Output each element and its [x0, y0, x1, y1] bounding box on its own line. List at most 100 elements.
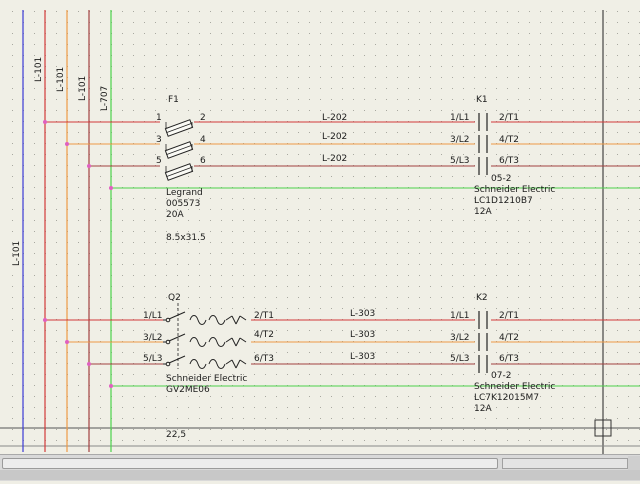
- grid-dot: [463, 297, 464, 298]
- grid-dot: [584, 264, 585, 265]
- grid-dot: [144, 176, 145, 177]
- grid-dot: [595, 132, 596, 133]
- grid-dot: [34, 396, 35, 397]
- grid-dot: [419, 176, 420, 177]
- grid-dot: [507, 55, 508, 56]
- grid-dot: [254, 429, 255, 430]
- grid-dot: [463, 44, 464, 45]
- grid-dot: [419, 22, 420, 23]
- grid-dot: [254, 231, 255, 232]
- grid-dot: [474, 418, 475, 419]
- grid-dot: [617, 231, 618, 232]
- grid-dot: [210, 253, 211, 254]
- bus-ref-label: L-101: [12, 241, 22, 266]
- grid-dot: [485, 176, 486, 177]
- grid-dot: [518, 66, 519, 67]
- scrollbar-thumb-secondary[interactable]: [502, 458, 628, 469]
- grid-dot: [144, 77, 145, 78]
- grid-dot: [606, 198, 607, 199]
- grid-dot: [78, 440, 79, 441]
- grid-dot: [595, 418, 596, 419]
- grid-dot: [166, 275, 167, 276]
- grid-dot: [320, 275, 321, 276]
- grid-dot: [606, 220, 607, 221]
- grid-dot: [342, 440, 343, 441]
- grid-dot: [12, 198, 13, 199]
- grid-dot: [331, 209, 332, 210]
- grid-dot: [540, 209, 541, 210]
- grid-dot: [287, 176, 288, 177]
- grid-dot: [518, 264, 519, 265]
- grid-dot: [309, 275, 310, 276]
- grid-dot: [309, 33, 310, 34]
- schematic-canvas[interactable]: L-101 L-101 L-101 L-707 L-101 F1 1 2 3 4…: [0, 0, 640, 481]
- grid-dot: [100, 66, 101, 67]
- grid-dot: [540, 220, 541, 221]
- grid-dot: [617, 11, 618, 12]
- grid-dot: [419, 77, 420, 78]
- grid-dot: [210, 33, 211, 34]
- fuse-pin: 1: [156, 113, 162, 123]
- grid-dot: [397, 154, 398, 155]
- grid-dot: [606, 253, 607, 254]
- grid-dot: [78, 231, 79, 232]
- grid-dot: [232, 176, 233, 177]
- grid-dot: [100, 231, 101, 232]
- grid-dot: [485, 418, 486, 419]
- grid-dot: [100, 264, 101, 265]
- grid-dot: [463, 264, 464, 265]
- grid-dot: [243, 220, 244, 221]
- grid-dot: [408, 132, 409, 133]
- grid-dot: [122, 209, 123, 210]
- grid-dot: [309, 418, 310, 419]
- grid-dot: [34, 440, 35, 441]
- grid-dot: [441, 275, 442, 276]
- grid-dot: [419, 396, 420, 397]
- grid-dot: [78, 308, 79, 309]
- grid-dot: [408, 55, 409, 56]
- grid-dot: [430, 440, 431, 441]
- grid-dot: [276, 198, 277, 199]
- scrollbar-thumb[interactable]: [2, 458, 498, 469]
- grid-dot: [133, 429, 134, 430]
- grid-dot: [232, 110, 233, 111]
- grid-dot: [562, 440, 563, 441]
- grid-dot: [628, 264, 629, 265]
- grid-dot: [540, 44, 541, 45]
- grid-dot: [342, 77, 343, 78]
- contactor-out-pin: 6/T3: [499, 156, 519, 166]
- grid-dot: [551, 110, 552, 111]
- grid-dot: [221, 264, 222, 265]
- grid-dot: [265, 231, 266, 232]
- grid-dot: [243, 66, 244, 67]
- grid-dot: [573, 275, 574, 276]
- grid-dot: [265, 66, 266, 67]
- grid-dot: [430, 198, 431, 199]
- grid-dot: [342, 44, 343, 45]
- grid-dot: [551, 99, 552, 100]
- grid-dot: [463, 253, 464, 254]
- grid-dot: [518, 253, 519, 254]
- grid-dot: [276, 429, 277, 430]
- grid-dot: [595, 176, 596, 177]
- grid-dot: [441, 264, 442, 265]
- grid-dot: [12, 220, 13, 221]
- grid-dot: [78, 198, 79, 199]
- grid-dot: [562, 396, 563, 397]
- grid-dot: [265, 407, 266, 408]
- grid-dot: [606, 231, 607, 232]
- grid-dot: [34, 55, 35, 56]
- grid-dot: [397, 77, 398, 78]
- grid-dot: [34, 33, 35, 34]
- grid-dot: [606, 242, 607, 243]
- grid-dot: [507, 99, 508, 100]
- grid-dot: [617, 22, 618, 23]
- grid-dot: [419, 231, 420, 232]
- grid-dot: [34, 374, 35, 375]
- grid-dot: [540, 198, 541, 199]
- grid-dot: [419, 55, 420, 56]
- grid-dot: [375, 110, 376, 111]
- grid-dot: [287, 407, 288, 408]
- grid-dot: [221, 55, 222, 56]
- grid-dot: [430, 209, 431, 210]
